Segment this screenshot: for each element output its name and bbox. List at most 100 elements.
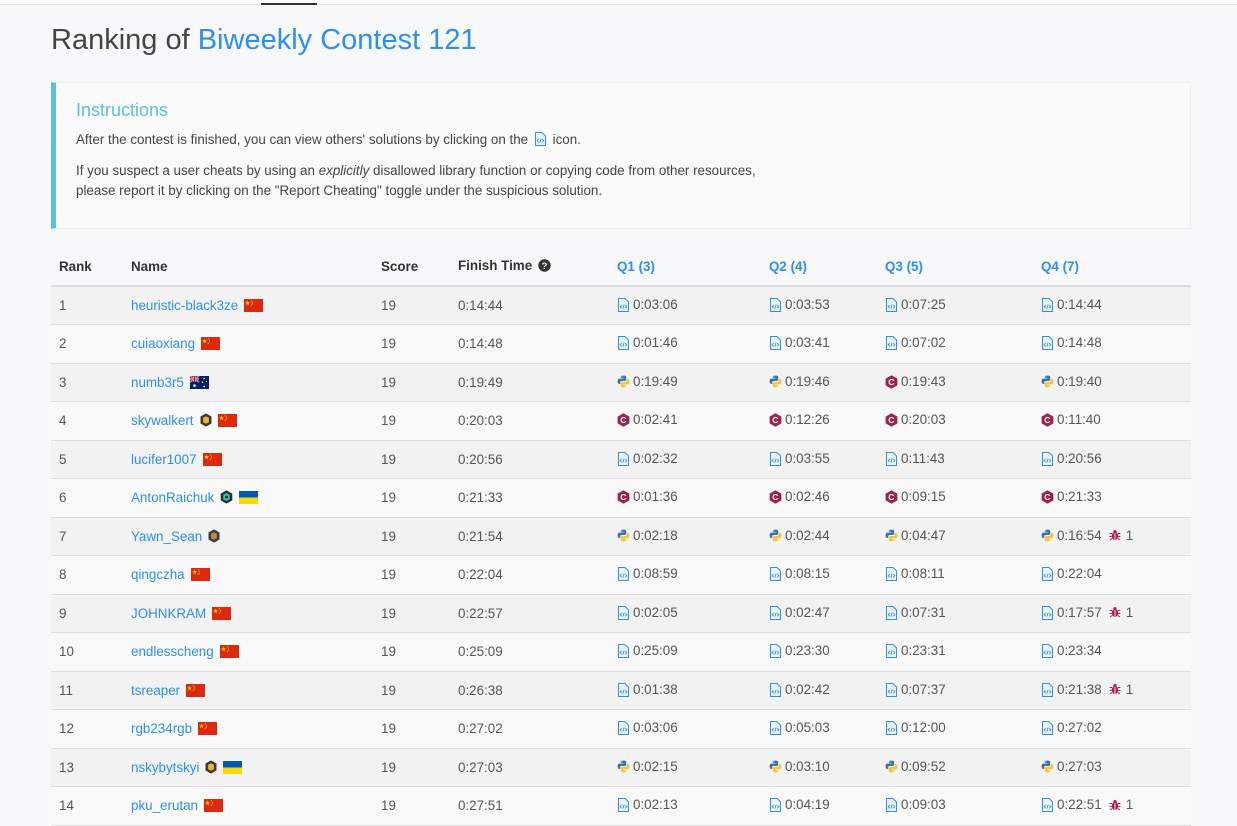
country-flag-icon <box>212 606 232 620</box>
user-link[interactable]: Yawn_Sean <box>131 529 202 544</box>
code-file-icon[interactable] <box>617 567 630 582</box>
user-link[interactable]: lucifer1007 <box>131 452 197 467</box>
python-icon[interactable] <box>617 529 630 542</box>
cpp-icon[interactable]: C <box>617 490 630 504</box>
python-icon[interactable] <box>1041 529 1054 542</box>
code-file-icon[interactable] <box>1041 605 1054 620</box>
top-nav-bar <box>0 0 1237 5</box>
user-link[interactable]: endlesscheng <box>131 644 214 659</box>
table-row: 12 rgb234rgb 19 0:27:02 0:03:06 0:05:03 0:12:0… <box>51 709 1191 749</box>
country-flag-icon <box>223 760 243 774</box>
code-file-icon[interactable] <box>769 798 782 813</box>
python-icon[interactable] <box>617 760 630 773</box>
code-file-icon[interactable] <box>1041 682 1054 697</box>
submission-time: 0:23:30 <box>785 643 830 659</box>
submission-entry: 0:05:03 <box>769 720 830 736</box>
code-file-icon[interactable] <box>617 798 630 813</box>
submission-time: 0:19:49 <box>633 373 678 389</box>
question-circle-icon[interactable]: ? <box>538 258 551 275</box>
code-file-icon[interactable] <box>885 644 898 659</box>
code-file-icon[interactable] <box>885 605 898 620</box>
code-file-icon[interactable] <box>617 451 630 466</box>
user-link[interactable]: pku_erutan <box>131 798 198 813</box>
finish-time-cell: 0:25:09 <box>450 632 609 672</box>
col-header-score[interactable]: Score <box>373 247 450 287</box>
rank-cell: 14 <box>51 786 123 826</box>
code-file-icon[interactable] <box>1041 798 1054 813</box>
code-file-icon[interactable] <box>885 298 898 312</box>
col-header-name[interactable]: Name <box>123 247 373 287</box>
cpp-icon[interactable]: C <box>769 413 782 427</box>
code-file-icon[interactable] <box>769 451 782 466</box>
python-icon[interactable] <box>885 529 898 542</box>
submission-entry: 0:03:10 <box>769 759 830 774</box>
name-cell: JOHNKRAM <box>123 594 373 633</box>
user-link[interactable]: JOHNKRAM <box>131 606 206 621</box>
cpp-icon[interactable]: C <box>885 413 898 427</box>
user-link[interactable]: AntonRaichuk <box>131 490 214 505</box>
submission-entry: 0:09:52 <box>885 759 946 774</box>
code-file-icon[interactable] <box>617 336 630 351</box>
code-file-icon[interactable] <box>1041 644 1054 659</box>
submission-time: 0:02:44 <box>785 527 830 543</box>
code-file-icon[interactable] <box>617 682 630 697</box>
submission-entry: C 0:21:33 <box>1041 489 1102 504</box>
python-icon[interactable] <box>769 529 782 542</box>
code-file-icon[interactable] <box>1041 336 1054 351</box>
code-file-icon[interactable] <box>885 336 898 351</box>
col-header-finish-time[interactable]: Finish Time ? <box>450 247 609 287</box>
col-header-q3[interactable]: Q3 (5) <box>877 247 1033 287</box>
name-cell: Yawn_Sean <box>123 517 373 556</box>
code-file-icon[interactable] <box>617 644 630 659</box>
code-file-icon[interactable] <box>1041 721 1054 736</box>
python-icon[interactable] <box>1041 760 1054 773</box>
cpp-icon[interactable]: C <box>617 413 630 427</box>
code-file-icon[interactable] <box>1041 298 1054 312</box>
submission-time: 0:02:32 <box>633 450 678 466</box>
code-file-icon[interactable] <box>885 682 898 697</box>
cpp-icon[interactable]: C <box>1041 490 1054 504</box>
cpp-icon[interactable]: C <box>885 490 898 504</box>
python-icon[interactable] <box>617 375 630 388</box>
user-link[interactable]: qingczha <box>131 567 185 582</box>
code-file-icon[interactable] <box>769 605 782 620</box>
code-file-icon[interactable] <box>769 721 782 736</box>
code-file-icon[interactable] <box>885 567 898 582</box>
python-icon[interactable] <box>1041 375 1054 388</box>
col-header-q1[interactable]: Q1 (3) <box>609 247 761 287</box>
user-link[interactable]: tsreaper <box>131 683 180 698</box>
code-file-icon[interactable] <box>769 682 782 697</box>
submission-entry: 0:11:43 <box>885 451 945 466</box>
code-file-icon[interactable] <box>617 605 630 620</box>
code-file-icon[interactable] <box>617 298 630 312</box>
python-icon[interactable] <box>769 375 782 388</box>
col-header-q2[interactable]: Q2 (4) <box>761 247 877 287</box>
code-file-icon[interactable] <box>769 644 782 659</box>
code-file-icon[interactable] <box>617 721 630 736</box>
penalty-count: 1 <box>1125 527 1134 543</box>
user-link[interactable]: cuiaoxiang <box>131 336 195 351</box>
python-icon[interactable] <box>769 760 782 773</box>
code-file-icon[interactable] <box>769 567 782 582</box>
user-link[interactable]: nskybytskyi <box>131 760 199 775</box>
submission-entry: 0:07:25 <box>885 297 946 312</box>
user-link[interactable]: rgb234rgb <box>131 721 192 736</box>
cpp-icon[interactable]: C <box>769 490 782 504</box>
user-link[interactable]: numb3r5 <box>131 375 184 390</box>
python-icon[interactable] <box>885 760 898 773</box>
code-file-icon[interactable] <box>1041 567 1054 582</box>
cpp-icon[interactable]: C <box>1041 413 1054 427</box>
contest-link[interactable]: Biweekly Contest 121 <box>198 24 477 56</box>
col-header-q4[interactable]: Q4 (7) <box>1033 247 1191 287</box>
code-file-icon[interactable] <box>1041 451 1054 466</box>
code-file-icon[interactable] <box>885 798 898 813</box>
score-cell: 19 <box>373 363 450 402</box>
user-link[interactable]: skywalkert <box>131 413 194 428</box>
cpp-icon[interactable]: C <box>885 375 898 389</box>
col-header-rank[interactable]: Rank <box>51 247 123 287</box>
code-file-icon[interactable] <box>885 721 898 736</box>
user-link[interactable]: heuristic-black3ze <box>131 298 238 313</box>
code-file-icon[interactable] <box>769 298 782 312</box>
code-file-icon[interactable] <box>885 451 898 466</box>
code-file-icon[interactable] <box>769 336 782 351</box>
